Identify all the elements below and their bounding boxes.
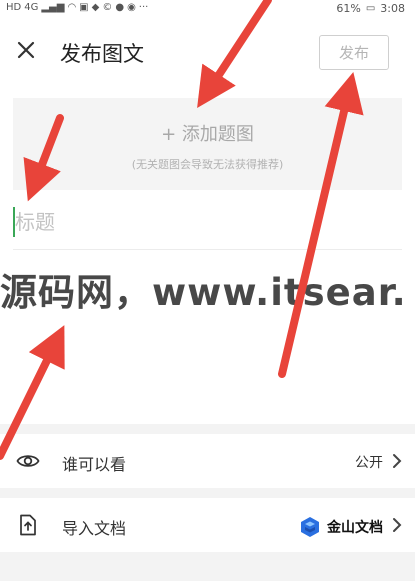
import-brand: 金山文档 (299, 516, 383, 538)
chevron-right-icon (393, 518, 402, 532)
wifi-icon: ◠ (67, 2, 77, 13)
title-divider (13, 249, 402, 250)
visibility-value-text: 公开 (355, 455, 383, 471)
status-bar: HD 4G ▂▄▆ ◠ ▣ ◆ © ● ◉ ··· 61% ▭ 3:08 (0, 0, 415, 18)
more-dots-icon: ··· (138, 2, 149, 13)
eye-icon (16, 455, 40, 467)
row-import-document[interactable]: 导入文档 金山文档 (0, 498, 415, 552)
close-icon[interactable] (14, 38, 38, 62)
signal-icon: ▂▄▆ (41, 2, 65, 13)
text-caret (13, 207, 15, 237)
clock: 3:08 (380, 2, 405, 15)
location-icon: ◉ (127, 2, 136, 13)
publish-button[interactable]: 发布 (319, 35, 389, 70)
calendar-icon: ▣ (79, 2, 89, 13)
visibility-value: 公开 (355, 452, 383, 472)
chevron-right-icon (393, 454, 402, 468)
watermark-text: 源码网，www.itsear. (0, 271, 407, 314)
shield-icon: ◆ (91, 2, 100, 13)
network-badge: 4G (24, 2, 39, 13)
section-gap-2 (0, 488, 415, 498)
status-right: 61% ▭ 3:08 (336, 2, 405, 15)
brand-name: 金山文档 (327, 520, 383, 536)
row-visibility[interactable]: 谁可以看 公开 (0, 434, 415, 488)
chat-icon: ● (115, 2, 125, 13)
page-title: 发布图文 (60, 42, 144, 66)
kingsoft-docs-logo (301, 517, 319, 537)
title-input[interactable] (13, 202, 402, 242)
visibility-label: 谁可以看 (62, 455, 127, 474)
add-cover-label: + 添加题图 (161, 124, 254, 145)
bottom-band (0, 552, 415, 581)
status-left: HD 4G ▂▄▆ ◠ ▣ ◆ © ● ◉ ··· (6, 2, 148, 14)
battery-icon: ▭ (365, 2, 376, 14)
vpn-icon: © (102, 2, 113, 13)
upload-document-icon (20, 514, 36, 536)
hd-badge: HD (6, 2, 22, 13)
top-app-bar: 发布图文 发布 (0, 18, 415, 80)
section-gap (0, 424, 415, 434)
add-cover-image-area[interactable]: + 添加题图 (无关题图会导致无法获得推荐) (13, 98, 402, 190)
cover-hint: (无关题图会导致无法获得推荐) (131, 158, 284, 171)
battery-percent: 61% (336, 2, 361, 15)
import-label: 导入文档 (62, 519, 127, 538)
